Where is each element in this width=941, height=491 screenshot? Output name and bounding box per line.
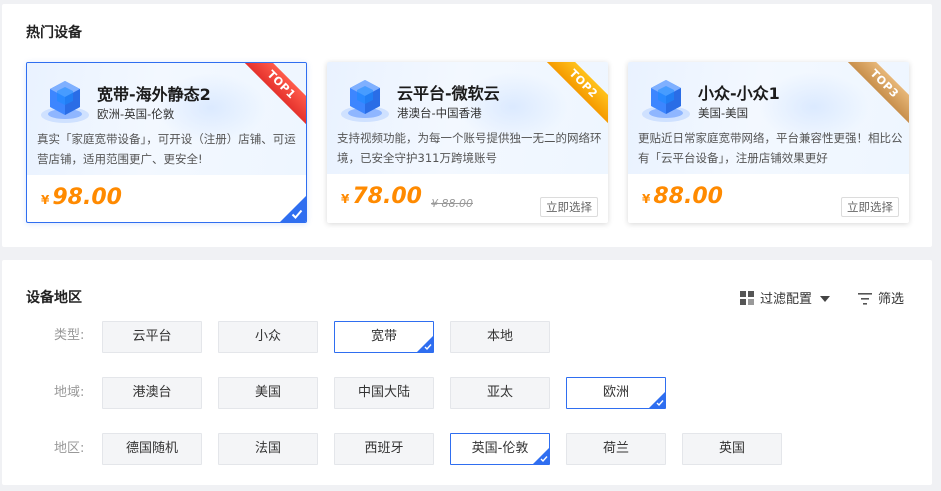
device-region-title: 设备地区 — [26, 290, 82, 306]
server-cube-icon — [41, 81, 89, 123]
type-row-label: 类型: — [54, 328, 85, 343]
option-label: 欧洲 — [602, 385, 629, 400]
filter-label: 筛选 — [878, 292, 905, 307]
device-card-top3[interactable]: 小众-小众1 美国-美国 更贴近日常家庭宽带网络，平台兼容性更强！相比公有「云平… — [628, 62, 909, 223]
card-price: ¥98.00 — [41, 185, 122, 210]
type-option-broadband[interactable]: 宽带 — [334, 321, 434, 353]
district-option-uk[interactable]: 英国 — [682, 433, 782, 465]
district-option-uk-london[interactable]: 英国-伦敦 — [450, 433, 550, 465]
area-option-europe[interactable]: 欧洲 — [566, 377, 666, 409]
area-row-label: 地域: — [54, 385, 85, 400]
device-card-top1[interactable]: 宽带-海外静态2 欧洲-英国-伦敦 真实「家庭宽带设备」，可开设（注册）店铺、可… — [26, 62, 307, 223]
card-price: ¥78.00 — [341, 184, 422, 209]
area-option-mainland-china[interactable]: 中国大陆 — [334, 377, 434, 409]
district-option-germany-random[interactable]: 德国随机 — [102, 433, 202, 465]
currency-symbol: ¥ — [41, 193, 50, 207]
server-cube-icon — [341, 80, 389, 122]
rank-ribbon: TOP1 — [243, 63, 306, 126]
district-row-label: 地区: — [54, 441, 85, 456]
card-name: 小众-小众1 — [698, 84, 780, 103]
price-value: 98.00 — [52, 185, 122, 210]
price-value: 78.00 — [352, 184, 422, 209]
grid-icon — [740, 291, 754, 305]
card-description: 支持视频功能，为每一个账号提供独一无二的网络环境，已安全守护311万跨境账号 — [337, 131, 602, 165]
select-now-button[interactable]: 立即选择 — [841, 197, 899, 217]
filter-lines-icon — [858, 293, 872, 305]
type-option-cloud[interactable]: 云平台 — [102, 321, 202, 353]
rank-label: TOP3 — [846, 62, 909, 125]
filter-button[interactable]: 筛选 — [858, 288, 904, 307]
rank-label: TOP1 — [243, 63, 306, 126]
check-icon — [417, 336, 433, 352]
filter-config-button[interactable]: 过滤配置 — [740, 288, 831, 307]
hot-devices-panel: 热门设备 宽带-海外静态2 欧洲-英国-伦敦 真实「家庭宽带设备」，可开设（注册… — [2, 4, 932, 247]
device-region-panel: 设备地区 过滤配置 筛选 类型: 云平台 小众 宽带 本地 地域: 港澳台 美国… — [2, 260, 932, 485]
caret-down-icon — [820, 296, 831, 302]
check-icon — [533, 448, 549, 464]
currency-symbol: ¥ — [642, 192, 651, 206]
hot-devices-title: 热门设备 — [26, 25, 82, 41]
card-location: 美国-美国 — [698, 106, 749, 120]
currency-symbol: ¥ — [341, 192, 350, 206]
selected-check-icon — [280, 196, 306, 222]
card-location: 欧洲-英国-伦敦 — [97, 107, 175, 121]
type-option-niche[interactable]: 小众 — [218, 321, 318, 353]
area-option-hk-mo-tw[interactable]: 港澳台 — [102, 377, 202, 409]
type-option-local[interactable]: 本地 — [450, 321, 550, 353]
option-label: 宽带 — [370, 329, 397, 344]
option-label: 英国-伦敦 — [471, 441, 529, 456]
check-icon — [649, 392, 665, 408]
district-option-spain[interactable]: 西班牙 — [334, 433, 434, 465]
filter-config-label: 过滤配置 — [760, 292, 813, 307]
card-name: 云平台-微软云 — [397, 84, 500, 103]
device-card-top2[interactable]: 云平台-微软云 港澳台-中国香港 支持视频功能，为每一个账号提供独一无二的网络环… — [327, 62, 608, 223]
server-cube-icon — [642, 80, 690, 122]
card-name: 宽带-海外静态2 — [97, 85, 211, 104]
area-option-apac[interactable]: 亚太 — [450, 377, 550, 409]
rank-ribbon: TOP3 — [846, 62, 909, 125]
original-price: ¥ 88.00 — [431, 197, 473, 210]
rank-ribbon: TOP2 — [545, 62, 608, 125]
area-option-usa[interactable]: 美国 — [218, 377, 318, 409]
district-option-france[interactable]: 法国 — [218, 433, 318, 465]
card-description: 真实「家庭宽带设备」，可开设（注册）店铺、可运营店铺，适用范围更广、更安全! — [37, 132, 296, 166]
card-description: 更贴近日常家庭宽带网络，平台兼容性更强！相比公有「云平台设备」，注册店铺效果更好 — [638, 131, 903, 165]
price-value: 88.00 — [653, 184, 723, 209]
district-option-netherlands[interactable]: 荷兰 — [566, 433, 666, 465]
select-now-button[interactable]: 立即选择 — [540, 197, 598, 217]
card-location: 港澳台-中国香港 — [397, 106, 482, 120]
card-price: ¥88.00 — [642, 184, 723, 209]
rank-label: TOP2 — [545, 62, 608, 125]
